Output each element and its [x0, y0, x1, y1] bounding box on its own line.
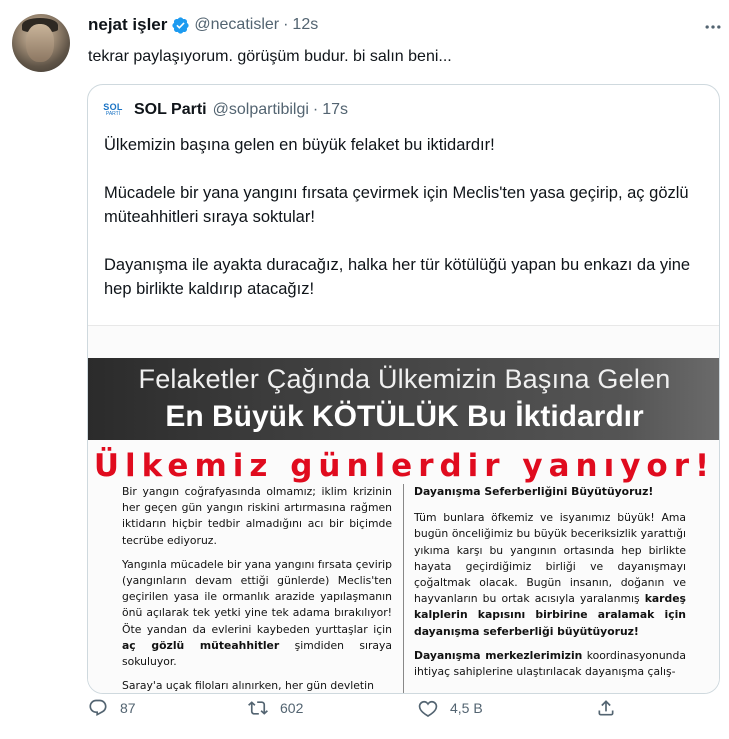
left-p2-bold: aç gözlü müteahhitler	[122, 638, 280, 652]
banner-line-1: Felaketler Çağında Ülkemizin Başına Gele…	[138, 364, 671, 394]
banner-line-2: En Büyük KÖTÜLÜK Bu İktidardır	[165, 400, 644, 433]
image-left-column: Bir yangın coğrafyasında olmamız; iklim …	[122, 484, 392, 693]
quoted-tweet-image[interactable]: Felaketler Çağında Ülkemizin Başına Gele…	[88, 325, 719, 693]
tweet-time[interactable]: 12s	[292, 16, 318, 34]
tweet-actions: 87 602 4,5 B	[88, 692, 628, 724]
tweet-text: tekrar paylaşıyorum. görüşüm budur. bi s…	[88, 48, 452, 65]
like-button[interactable]: 4,5 B	[418, 692, 483, 724]
retweet-icon	[248, 701, 268, 715]
right-paragraph-1: Tüm bunlara öfkemiz ve isyanımız büyük! …	[414, 510, 686, 640]
logo-text-bottom: PARTİ	[105, 111, 121, 117]
left-paragraph-2: Yangınla mücadele bir yana yangını fırsa…	[122, 557, 392, 670]
left-paragraph-1: Bir yangın coğrafyasında olmamız; iklim …	[122, 485, 392, 547]
quoted-author-handle[interactable]: @solpartibilgi	[213, 101, 309, 119]
quoted-paragraph: Ülkemizin başına gelen en büyük felaket …	[104, 136, 495, 154]
right-heading: Dayanışma Seferberliğini Büyütüyoruz!	[414, 485, 654, 498]
left-p2-text: Yangınla mücadele bir yana yangını fırsa…	[122, 557, 392, 636]
more-dots-icon	[705, 25, 721, 29]
like-count: 4,5 B	[450, 700, 483, 716]
column-divider	[403, 484, 404, 693]
quoted-tweet-text: Ülkemizin başına gelen en büyük felaket …	[104, 133, 704, 325]
reply-count: 87	[120, 700, 136, 716]
retweet-button[interactable]: 602	[248, 692, 303, 724]
quoted-tweet-header: SOL PARTİ SOL Parti @solpartibilgi · 17s	[100, 97, 348, 123]
image-right-column: Dayanışma Seferberliğini Büyütüyoruz! Tü…	[414, 484, 686, 688]
heart-icon	[418, 700, 438, 717]
quoted-paragraph: Mücadele bir yana yangını fırsata çevirm…	[104, 184, 689, 226]
author-handle[interactable]: @necatisler	[194, 16, 279, 34]
share-icon	[598, 700, 614, 716]
quoted-author-name[interactable]: SOL Parti	[134, 101, 207, 119]
reply-button[interactable]: 87	[88, 692, 136, 724]
avatar[interactable]	[12, 14, 70, 72]
quoted-tweet-time[interactable]: 17s	[322, 101, 348, 119]
image-banner: Felaketler Çağında Ülkemizin Başına Gele…	[88, 358, 719, 440]
sol-parti-logo[interactable]: SOL PARTİ	[100, 97, 126, 123]
right-paragraph-2: Dayanışma merkezlerimizin koordinasyonun…	[414, 648, 686, 680]
avatar-face	[26, 24, 54, 62]
author-name[interactable]: nejat işler	[88, 15, 167, 35]
more-options-button[interactable]	[700, 14, 726, 40]
quoted-tweet[interactable]: SOL PARTİ SOL Parti @solpartibilgi · 17s…	[87, 84, 720, 694]
separator-dot: ·	[283, 16, 289, 33]
separator-dot: ·	[312, 101, 319, 118]
reply-icon	[89, 699, 107, 717]
share-button[interactable]	[596, 692, 616, 724]
red-headline: Ülkemiz günlerdir yanıyor!	[93, 448, 716, 484]
tweet-header: nejat işler @necatisler · 12s	[88, 14, 318, 36]
verified-badge-icon	[172, 16, 189, 34]
retweet-count: 602	[280, 700, 304, 716]
right-p2-bold: Dayanışma merkezlerimizin	[414, 648, 583, 662]
quoted-paragraph: Dayanışma ile ayakta duracağız, halka he…	[104, 256, 691, 298]
